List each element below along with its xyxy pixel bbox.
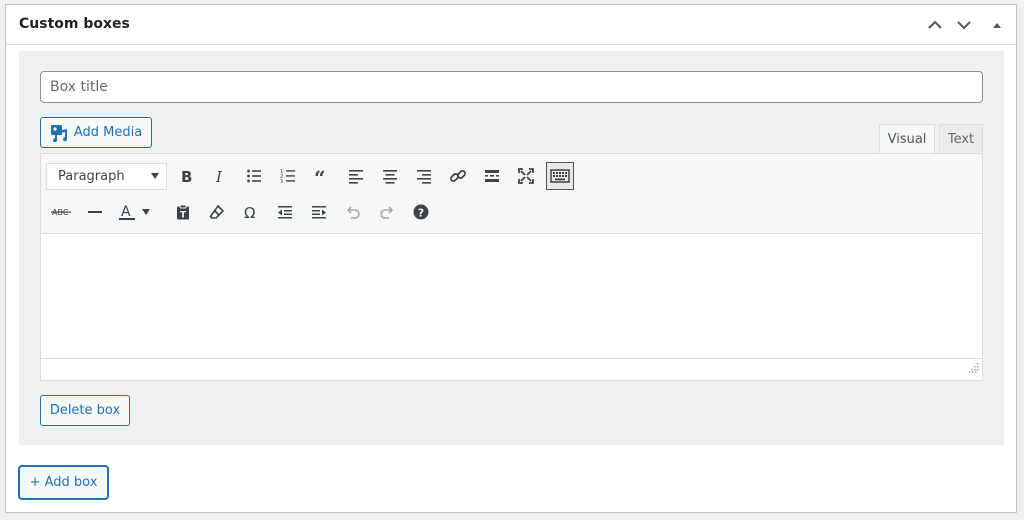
svg-text:I: I <box>215 168 223 184</box>
fullscreen-icon[interactable] <box>512 162 540 190</box>
box-container: Add Media Visual Text Paragraph B I <box>19 51 1004 445</box>
svg-text:Ω: Ω <box>244 204 255 220</box>
undo-icon[interactable] <box>339 198 367 226</box>
add-media-label: Add Media <box>73 125 143 140</box>
italic-icon[interactable]: I <box>206 162 234 190</box>
chevron-up-icon[interactable] <box>924 14 946 36</box>
custom-boxes-panel: Custom boxes Add Media Visual Text <box>5 4 1017 513</box>
panel-title: Custom boxes <box>19 16 130 32</box>
text-color-dropdown-icon[interactable] <box>139 198 153 226</box>
rich-text-editor: Paragraph B I 123 “ ABC A T Ω ? <box>40 153 983 381</box>
editor-content-area[interactable] <box>41 235 982 358</box>
svg-text:T: T <box>180 211 187 221</box>
add-media-button[interactable]: Add Media <box>40 117 152 148</box>
increase-indent-icon[interactable] <box>305 198 333 226</box>
chevron-down-icon[interactable] <box>953 14 975 36</box>
add-box-button[interactable]: + Add box <box>19 466 108 499</box>
horizontal-line-icon[interactable] <box>81 198 109 226</box>
redo-icon[interactable] <box>373 198 401 226</box>
svg-text:A: A <box>121 204 131 220</box>
toolbar-toggle-icon[interactable] <box>546 162 574 190</box>
caret-down-icon <box>151 173 159 179</box>
box-title-input[interactable] <box>40 71 983 103</box>
tab-text[interactable]: Text <box>939 124 983 154</box>
svg-text:?: ? <box>418 207 424 220</box>
align-right-icon[interactable] <box>410 162 438 190</box>
clear-formatting-icon[interactable] <box>203 198 231 226</box>
help-icon[interactable]: ? <box>407 198 435 226</box>
bold-icon[interactable]: B <box>172 162 200 190</box>
paste-as-text-icon[interactable]: T <box>169 198 197 226</box>
text-color-icon[interactable]: A <box>115 198 139 226</box>
svg-text:B: B <box>181 168 192 184</box>
align-left-icon[interactable] <box>342 162 370 190</box>
editor-statusbar <box>41 358 982 380</box>
media-icon <box>50 124 68 142</box>
read-more-icon[interactable] <box>478 162 506 190</box>
blockquote-icon[interactable]: “ <box>308 162 336 190</box>
resize-handle-icon[interactable] <box>969 358 979 377</box>
svg-text:“: “ <box>314 168 326 184</box>
svg-text:3: 3 <box>280 179 283 184</box>
strikethrough-icon[interactable]: ABC <box>47 198 75 226</box>
bulleted-list-icon[interactable] <box>240 162 268 190</box>
tab-visual[interactable]: Visual <box>879 124 935 154</box>
panel-header: Custom boxes <box>6 5 1016 45</box>
triangle-up-icon[interactable] <box>986 14 1008 36</box>
special-character-icon[interactable]: Ω <box>237 198 265 226</box>
editor-toolbar: Paragraph B I 123 “ ABC A T Ω ? <box>41 154 982 234</box>
link-icon[interactable] <box>444 162 472 190</box>
format-select[interactable]: Paragraph <box>46 163 167 190</box>
format-select-value: Paragraph <box>58 169 125 184</box>
align-center-icon[interactable] <box>376 162 404 190</box>
decrease-indent-icon[interactable] <box>271 198 299 226</box>
delete-box-button[interactable]: Delete box <box>40 395 130 426</box>
numbered-list-icon[interactable]: 123 <box>274 162 302 190</box>
